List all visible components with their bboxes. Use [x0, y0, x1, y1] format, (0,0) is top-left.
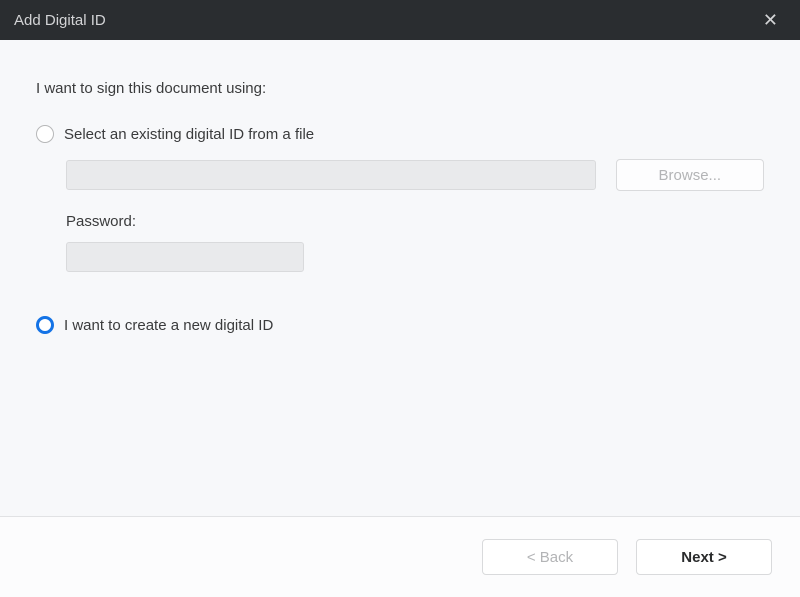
existing-id-fields: Browse... Password: — [66, 159, 764, 272]
content-area: I want to sign this document using: Sele… — [0, 40, 800, 516]
password-label: Password: — [66, 213, 764, 230]
password-input[interactable] — [66, 242, 304, 272]
heading-text: I want to sign this document using: — [36, 80, 764, 97]
radio-option-existing[interactable]: Select an existing digital ID from a fil… — [36, 125, 764, 143]
window-title: Add Digital ID — [14, 12, 755, 29]
radio-label-existing: Select an existing digital ID from a fil… — [64, 126, 314, 143]
radio-icon — [36, 125, 54, 143]
back-button[interactable]: < Back — [482, 539, 618, 575]
next-button[interactable]: Next > — [636, 539, 772, 575]
browse-button[interactable]: Browse... — [616, 159, 764, 191]
close-icon[interactable]: ✕ — [755, 7, 786, 33]
file-row: Browse... — [66, 159, 764, 191]
radio-option-create[interactable]: I want to create a new digital ID — [36, 316, 764, 334]
footer: < Back Next > — [0, 516, 800, 597]
file-path-input[interactable] — [66, 160, 596, 190]
radio-icon — [36, 316, 54, 334]
titlebar: Add Digital ID ✕ — [0, 0, 800, 40]
radio-label-create: I want to create a new digital ID — [64, 317, 273, 334]
